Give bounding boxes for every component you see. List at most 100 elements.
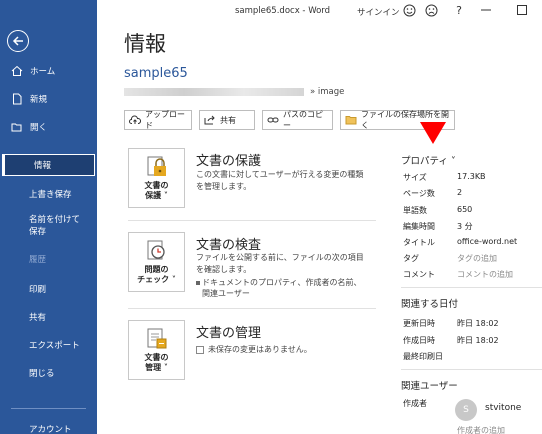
back-button[interactable]: [7, 30, 29, 52]
check-for-issues-button[interactable]: 問題の チェック ˅: [128, 232, 185, 292]
author-label: 作成者: [403, 399, 427, 408]
check-issues-label: 問題の チェック ˅: [137, 265, 176, 284]
dates-divider: [401, 369, 542, 370]
upload-label: アップロード: [145, 110, 185, 130]
sidebar-item-label: 新規: [30, 95, 48, 105]
protect-label-line2: 保護: [145, 191, 162, 200]
sidebar-item-label: 印刷: [29, 285, 47, 295]
manage-section-desc: 未保存の変更はありません。: [196, 344, 366, 356]
folder-open-icon: [11, 121, 23, 133]
prop-value: 3 分: [457, 222, 473, 231]
prop-key: ページ数: [403, 189, 435, 198]
arrow-left-icon: [12, 36, 23, 46]
sidebar-item-label: 共有: [29, 313, 47, 323]
related-users-heading: 関連ユーザー: [401, 381, 458, 392]
lock-document-icon: [145, 155, 169, 179]
date-value: 昨日 18:02: [457, 336, 499, 345]
inspect-bullet: ドキュメントのプロパティ、作成者の名前、関連ユーザー: [196, 278, 362, 298]
add-tag-field[interactable]: タグの追加: [457, 253, 497, 264]
add-author-link[interactable]: 作成者の追加: [457, 425, 505, 434]
upload-button[interactable]: アップロード: [124, 110, 192, 130]
prop-key: タグ: [403, 254, 419, 263]
inspect-section-desc: ファイルを公開する前に、ファイルの次の項目を確認します。: [196, 253, 364, 274]
document-small-icon: [196, 346, 204, 354]
title-bar: sample65.docx - Word サインイン ?: [97, 0, 542, 24]
add-comment-field[interactable]: コメントの追加: [457, 269, 513, 280]
properties-heading: プロパティ: [401, 156, 448, 167]
minimize-icon[interactable]: [479, 4, 493, 18]
sidebar-item-export[interactable]: エクスポート: [0, 334, 97, 356]
share-button[interactable]: 共有: [199, 110, 255, 130]
author-name[interactable]: stvitone: [485, 403, 521, 413]
protect-label: 文書の 保護 ˅: [144, 181, 169, 200]
prop-key: タイトル: [403, 238, 435, 247]
sidebar-item-close[interactable]: 閉じる: [0, 362, 97, 384]
manage-desc-text: 未保存の変更はありません。: [208, 345, 312, 354]
date-created: 作成日時 昨日 18:02: [403, 335, 542, 347]
prop-comments: コメント コメントの追加: [403, 269, 542, 281]
sidebar-item-label: 情報: [34, 161, 52, 171]
manage-document-button[interactable]: 文書の 管理 ˅: [128, 320, 185, 380]
avatar[interactable]: S: [455, 399, 477, 421]
sidebar-item-open[interactable]: 開く: [0, 116, 97, 138]
prop-value: 650: [457, 205, 473, 214]
frown-feedback-icon[interactable]: [424, 4, 438, 18]
manage-document-icon: [145, 327, 169, 351]
sidebar-item-label: 名前を付けて保存: [29, 215, 81, 237]
date-key: 作成日時: [403, 336, 435, 345]
section-divider: [128, 308, 376, 309]
copy-path-button[interactable]: パスのコピー: [262, 110, 333, 130]
restore-icon[interactable]: [515, 4, 529, 18]
inspect-section-title: 文書の検査: [196, 238, 262, 253]
folder-icon: [345, 115, 357, 125]
link-icon: [267, 115, 279, 125]
document-name: sample65: [124, 66, 188, 81]
sidebar-item-share[interactable]: 共有: [0, 306, 97, 328]
manage-label: 文書の 管理 ˅: [144, 353, 169, 372]
prop-tags: タグ タグの追加: [403, 253, 542, 265]
sidebar-item-account[interactable]: アカウント: [0, 418, 97, 434]
chevron-down-icon: ˅: [450, 156, 456, 167]
smile-feedback-icon[interactable]: [402, 4, 416, 18]
sidebar-item-home[interactable]: ホーム: [0, 60, 97, 82]
help-button[interactable]: ?: [452, 4, 466, 18]
section-divider: [128, 220, 376, 221]
signin-link[interactable]: サインイン: [357, 6, 400, 18]
new-doc-icon: [11, 93, 23, 105]
sidebar-item-label: ホーム: [30, 67, 56, 77]
prop-size: サイズ 17.3KB: [403, 172, 542, 184]
sidebar-item-save-as[interactable]: 名前を付けて保存: [0, 212, 92, 244]
sidebar-item-label: エクスポート: [29, 341, 80, 351]
properties-dropdown[interactable]: プロパティ ˅: [401, 153, 456, 167]
prop-edit-time: 編集時間 3 分: [403, 221, 542, 233]
prop-value: 2: [457, 188, 463, 197]
page-title: 情報: [124, 32, 166, 56]
prop-value[interactable]: office-word.net: [457, 237, 517, 246]
inspect-document-icon: [145, 239, 169, 263]
cloud-upload-icon: [129, 115, 142, 125]
copy-path-label: パスのコピー: [283, 110, 323, 130]
home-icon: [11, 65, 23, 77]
sidebar-item-new[interactable]: 新規: [0, 88, 97, 110]
protect-section-desc: この文書に対してユーザーが行える変更の種類を管理します。: [196, 170, 364, 191]
prop-pages: ページ数 2: [403, 188, 542, 200]
window-title: sample65.docx - Word: [235, 6, 331, 16]
protect-label-line1: 文書の: [144, 181, 169, 190]
sidebar-item-label: 上書き保存: [29, 190, 72, 200]
share-icon: [204, 115, 216, 125]
date-modified: 更新日時 昨日 18:02: [403, 318, 542, 330]
manage-label-line1: 文書の: [144, 353, 169, 362]
sidebar-divider: [11, 408, 86, 409]
properties-divider: [401, 287, 542, 288]
prop-key: 編集時間: [403, 222, 435, 231]
prop-key: サイズ: [403, 173, 427, 182]
sidebar-item-label: アカウント: [29, 425, 72, 434]
check-label-line2: チェック: [137, 275, 170, 284]
sidebar-item-print[interactable]: 印刷: [0, 278, 97, 300]
sidebar-item-save[interactable]: 上書き保存: [0, 183, 97, 205]
protect-document-button[interactable]: 文書の 保護 ˅: [128, 148, 185, 208]
sidebar-item-info[interactable]: 情報: [2, 154, 95, 176]
path-suffix: » image: [310, 87, 345, 97]
backstage-sidebar: ホーム 新規 開く 情報 上書き保存 名前を付けて保存 履歴 印刷 共有 エクス…: [0, 0, 97, 434]
prop-title: タイトル office-word.net: [403, 237, 542, 249]
